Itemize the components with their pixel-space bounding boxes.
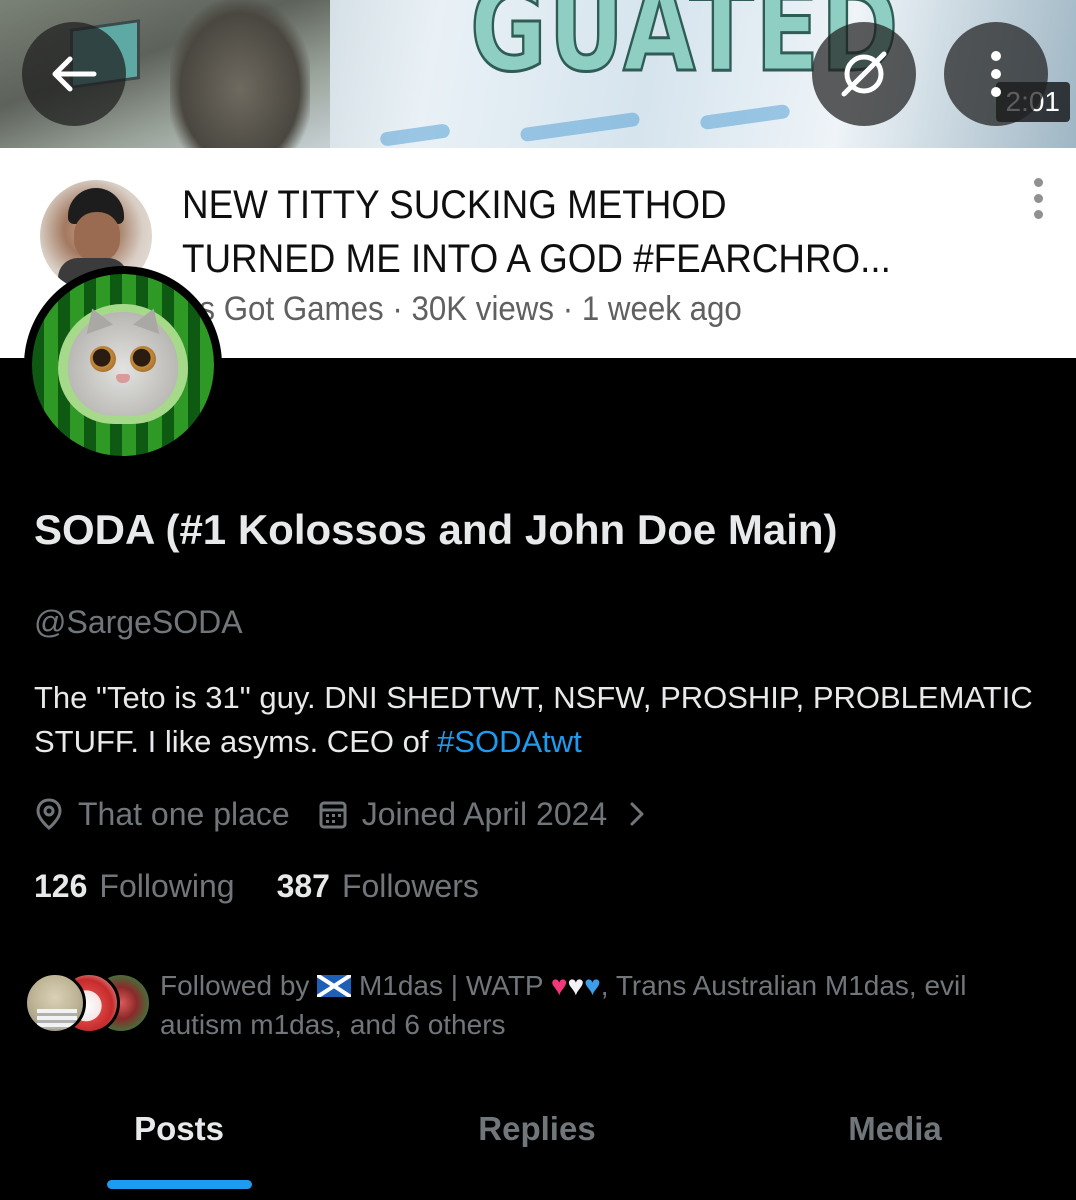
profile-handle: @SargeSODA (34, 604, 243, 640)
active-tab-indicator (107, 1180, 252, 1189)
video-meta: us Got Games · 30K views · 1 week ago (182, 290, 742, 328)
tab-media[interactable]: Media (716, 1090, 1074, 1200)
grok-icon (841, 51, 887, 97)
bio-hashtag-link[interactable]: #SODAtwt (437, 724, 582, 759)
followed-by-name: M1das | WATP (351, 970, 551, 1001)
follow-stats: 126 Following 387 Followers (34, 868, 479, 905)
joined-item[interactable]: Joined April 2024 (318, 796, 646, 833)
more-vertical-icon (991, 51, 1001, 97)
grok-button[interactable] (812, 22, 916, 126)
blue-heart-icon: ♥ (584, 970, 601, 1001)
profile-bio: The "Teto is 31" guy. DNI SHEDTWT, NSFW,… (34, 676, 1044, 764)
scotland-flag-icon (317, 975, 352, 997)
followers-count: 387 (276, 868, 330, 904)
joined-text: Joined April 2024 (361, 795, 608, 832)
white-heart-icon: ♥ (567, 970, 585, 1001)
followers-link[interactable]: 387 Followers (277, 868, 479, 905)
location-pin-icon (36, 798, 62, 830)
back-button[interactable] (22, 22, 126, 126)
video-more-icon (1026, 178, 1050, 222)
location-item: That one place (34, 796, 290, 833)
display-name: SODA (#1 Kolossos and John Doe Main) (34, 506, 838, 553)
tab-replies[interactable]: Replies (358, 1090, 716, 1200)
arrow-left-icon (52, 56, 97, 92)
cat-image (68, 303, 178, 416)
profile-avatar[interactable] (24, 266, 222, 464)
chevron-right-icon (630, 802, 644, 826)
location-text: That one place (78, 795, 290, 832)
followed-by-avatars[interactable] (24, 970, 152, 1036)
red-heart-icon: ♥ (550, 970, 568, 1001)
more-button[interactable] (944, 22, 1048, 126)
avatar (24, 972, 86, 1034)
following-label: Following (99, 868, 235, 904)
following-link[interactable]: 126 Following (34, 868, 235, 905)
followed-by-prefix: Followed by (160, 970, 318, 1001)
video-title: NEW TITTY SUCKING METHOD TURNED ME INTO … (182, 183, 891, 281)
followed-by-text[interactable]: Followed by M1das | WATP ♥♥♥, Trans Aust… (160, 966, 1050, 1044)
following-count: 126 (34, 868, 88, 904)
profile-meta: That one place Joined April 2024 (34, 792, 645, 836)
followers-label: Followers (341, 868, 479, 904)
calendar-icon (319, 801, 347, 829)
